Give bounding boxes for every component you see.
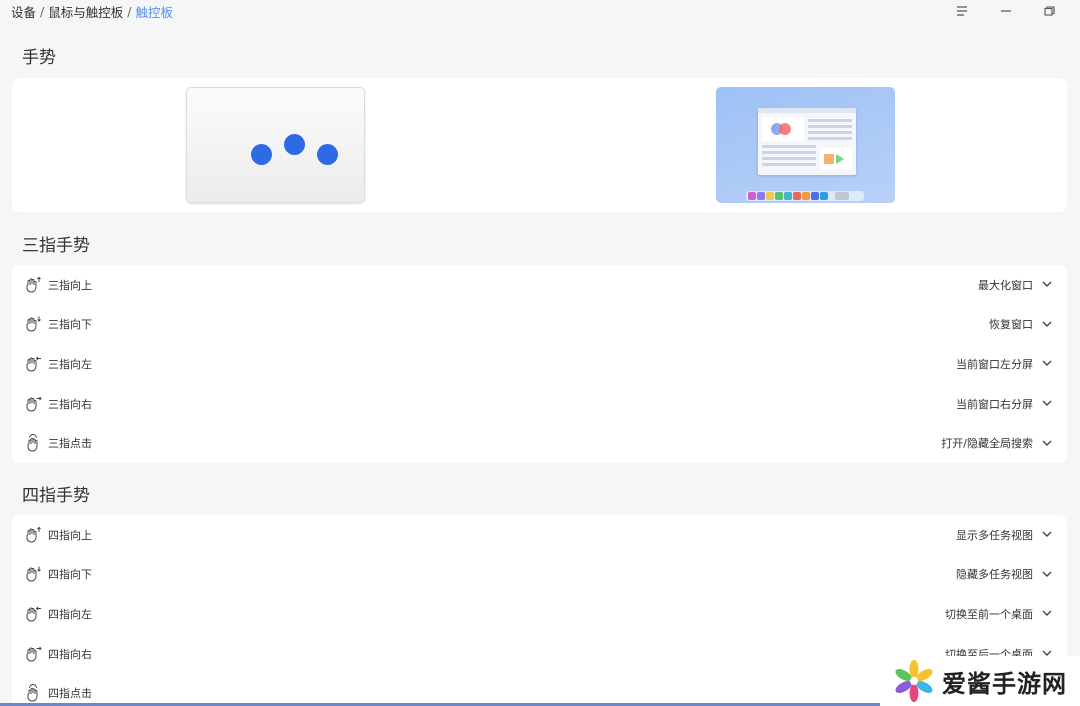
gesture-label: 四指向右: [48, 647, 92, 661]
hand-down-icon: [23, 314, 43, 334]
gesture-action-select[interactable]: 隐藏多任务视图: [956, 566, 1053, 582]
hand-tap-icon: [23, 683, 43, 703]
gesture-label: 四指点击: [48, 687, 92, 701]
chevron-down-icon: [1041, 318, 1053, 330]
section-title-gestures: 手势: [22, 48, 56, 68]
gesture-label: 四指向上: [48, 528, 92, 542]
window-controls: [940, 1, 1072, 21]
gesture-action-select[interactable]: 最大化窗口: [978, 277, 1053, 293]
chevron-down-icon: [1041, 437, 1053, 449]
chevron-down-icon: [1041, 529, 1053, 541]
minimize-icon: [1001, 10, 1011, 12]
restore-button[interactable]: [1028, 1, 1072, 21]
desktop-preview: [716, 87, 895, 203]
chevron-down-icon: [1041, 398, 1053, 410]
section-title-four-finger: 四指手势: [22, 486, 90, 506]
gesture-label: 三指向上: [48, 278, 92, 292]
breadcrumb-item-mouse-touchpad[interactable]: 鼠标与触控板: [48, 2, 123, 21]
gesture-action-value: 显示多任务视图: [956, 528, 1033, 542]
hand-up-icon: [23, 525, 43, 545]
gesture-preview-card: [12, 78, 1067, 212]
hand-down-icon: [23, 564, 43, 584]
gesture-row-four-down: 四指向下 隐藏多任务视图: [12, 555, 1067, 595]
touchpad-preview: [186, 87, 365, 203]
hand-right-icon: [23, 644, 43, 664]
gesture-row-three-left: 三指向左 当前窗口左分屏: [12, 344, 1067, 384]
watermark: 爱酱手游网: [880, 656, 1080, 706]
finger-dot: [317, 144, 338, 165]
finger-dot: [251, 144, 272, 165]
section-title-three-finger: 三指手势: [22, 236, 90, 256]
minimize-button[interactable]: [984, 1, 1028, 21]
gesture-label: 四指向下: [48, 568, 92, 582]
menu-icon: [957, 6, 967, 16]
gesture-action-select[interactable]: 打开/隐藏全局搜索: [941, 435, 1053, 451]
gesture-row-three-right: 三指向右 当前窗口右分屏: [12, 384, 1067, 424]
hand-left-icon: [23, 604, 43, 624]
gesture-label: 三指向左: [48, 357, 92, 371]
gesture-action-value: 打开/隐藏全局搜索: [941, 437, 1033, 451]
gesture-row-three-down: 三指向下 恢复窗口: [12, 305, 1067, 345]
gesture-action-value: 最大化窗口: [978, 278, 1033, 292]
gesture-row-four-left: 四指向左 切换至前一个桌面: [12, 594, 1067, 634]
watermark-text: 爱酱手游网: [942, 669, 1067, 698]
three-finger-card: 三指向上 最大化窗口 三指向下 恢复窗口 三指向左 当前窗口左分屏 三指向右 当…: [12, 265, 1067, 463]
restore-icon: [1044, 6, 1055, 16]
breadcrumb: 设备 / 鼠标与触控板 / 触控板: [11, 2, 173, 21]
gesture-action-value: 切换至前一个桌面: [945, 607, 1033, 621]
finger-dot: [284, 134, 305, 155]
breadcrumb-item-devices[interactable]: 设备: [11, 2, 36, 21]
hand-up-icon: [23, 275, 43, 295]
gesture-action-value: 当前窗口左分屏: [956, 357, 1033, 371]
gesture-row-three-tap: 三指点击 打开/隐藏全局搜索: [12, 423, 1067, 463]
gesture-row-three-up: 三指向上 最大化窗口: [12, 265, 1067, 305]
gesture-action-select[interactable]: 恢复窗口: [989, 316, 1053, 332]
chevron-down-icon: [1041, 568, 1053, 580]
gesture-label: 三指向下: [48, 318, 92, 332]
preview-window-illustration: [758, 108, 856, 175]
chevron-down-icon: [1041, 279, 1053, 291]
gesture-action-value: 恢复窗口: [989, 318, 1033, 332]
breadcrumb-separator: /: [127, 3, 132, 19]
gesture-label: 四指向左: [48, 607, 92, 621]
window-illustration: [758, 108, 856, 170]
gesture-row-four-up: 四指向上 显示多任务视图: [12, 515, 1067, 555]
gesture-label: 三指向右: [48, 397, 92, 411]
breadcrumb-separator: /: [40, 3, 45, 19]
hand-right-icon: [23, 394, 43, 414]
hand-left-icon: [23, 354, 43, 374]
gesture-action-select[interactable]: 当前窗口左分屏: [956, 356, 1053, 372]
pinwheel-logo-icon: [895, 660, 933, 702]
gesture-action-select[interactable]: 显示多任务视图: [956, 527, 1053, 543]
breadcrumb-current: 触控板: [135, 4, 173, 20]
gesture-action-value: 隐藏多任务视图: [956, 568, 1033, 582]
gesture-label: 三指点击: [48, 437, 92, 451]
menu-button[interactable]: [940, 1, 984, 21]
title-bar: 设备 / 鼠标与触控板 / 触控板: [0, 0, 1080, 22]
chevron-down-icon: [1041, 358, 1053, 370]
chevron-down-icon: [1041, 608, 1053, 620]
hand-tap-icon: [23, 433, 43, 453]
dock-illustration: [746, 191, 864, 201]
gesture-action-value: 当前窗口右分屏: [956, 397, 1033, 411]
gesture-action-select[interactable]: 切换至前一个桌面: [945, 606, 1053, 622]
gesture-action-select[interactable]: 当前窗口右分屏: [956, 396, 1053, 412]
